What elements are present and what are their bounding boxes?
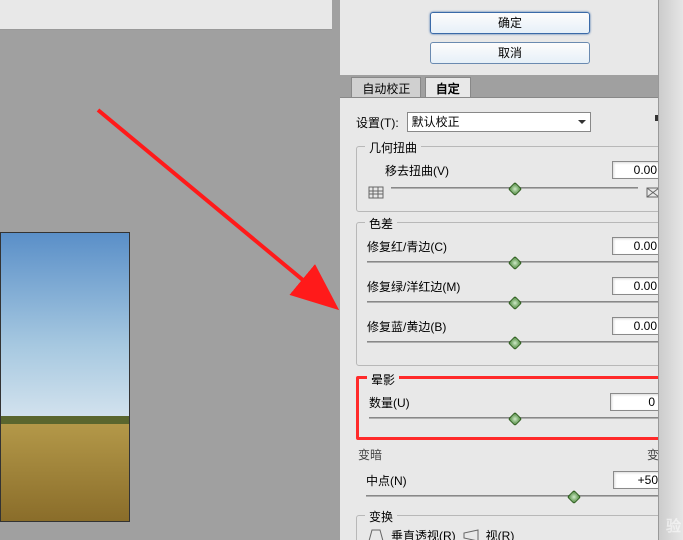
- preview-image: [0, 232, 130, 522]
- vignette-amount-value[interactable]: 0: [610, 393, 660, 411]
- ok-button[interactable]: 确定: [430, 12, 590, 34]
- right-strip: [658, 0, 683, 540]
- setting-label: 设置(T):: [356, 114, 399, 131]
- vignette-amount-label: 数量(U): [369, 394, 610, 411]
- remove-distortion-label: 移去扭曲(V): [367, 162, 612, 179]
- group-chromatic-aberration: 色差 修复红/青边(C)0.00 修复绿/洋红边(M)0.00 修复蓝/黄边(B…: [356, 222, 673, 366]
- fix-blue-yellow-slider[interactable]: [367, 337, 662, 351]
- fix-green-magenta-label: 修复绿/洋红边(M): [367, 278, 612, 295]
- group-title: 几何扭曲: [365, 139, 421, 156]
- fix-blue-yellow-label: 修复蓝/黄边(B): [367, 318, 612, 335]
- fix-blue-yellow-value[interactable]: 0.00: [612, 317, 662, 335]
- group-title: 晕影: [367, 371, 399, 388]
- remove-distortion-slider[interactable]: [391, 183, 638, 197]
- group-title: 变换: [365, 508, 397, 525]
- tab-custom[interactable]: 自定: [425, 77, 471, 99]
- group-transform: 变换 垂直透视(R) 视(R): [356, 515, 673, 540]
- setting-combo[interactable]: 默认校正: [407, 112, 591, 132]
- barrel-icon: [367, 183, 385, 201]
- fix-red-cyan-slider[interactable]: [367, 257, 662, 271]
- group-title: 色差: [365, 215, 397, 232]
- watermark: 验: [666, 515, 681, 536]
- fix-red-cyan-value[interactable]: 0.00: [612, 237, 662, 255]
- vignette-midpoint-slider[interactable]: [366, 491, 663, 505]
- group-geometric-distortion: 几何扭曲 移去扭曲(V) 0.00: [356, 146, 673, 212]
- vignette-amount-slider[interactable]: [369, 413, 660, 427]
- fix-green-magenta-value[interactable]: 0.00: [612, 277, 662, 295]
- fix-red-cyan-label: 修复红/青边(C): [367, 238, 612, 255]
- settings-panel: 设置(T): 默认校正 几何扭曲 移去扭曲(V) 0.00 色差 修复红/青边(…: [340, 97, 683, 540]
- fix-green-magenta-slider[interactable]: [367, 297, 662, 311]
- vignette-midpoint-value[interactable]: +50: [613, 471, 663, 489]
- cancel-button[interactable]: 取消: [430, 42, 590, 64]
- remove-distortion-value[interactable]: 0.00: [612, 161, 662, 179]
- vertical-perspective-label: 垂直透视(R): [391, 527, 456, 540]
- perspective-horiz-icon: [462, 526, 480, 540]
- group-vignette: 晕影 数量(U)0: [356, 376, 673, 440]
- tab-auto-correct[interactable]: 自动校正: [351, 77, 421, 99]
- perspective-vert-icon: [367, 526, 385, 540]
- horizontal-perspective-label: 视(R): [486, 527, 515, 540]
- vignette-midpoint-label: 中点(N): [366, 472, 613, 489]
- window-titlebar: [0, 0, 332, 30]
- vignette-dark-label: 变暗: [358, 446, 382, 463]
